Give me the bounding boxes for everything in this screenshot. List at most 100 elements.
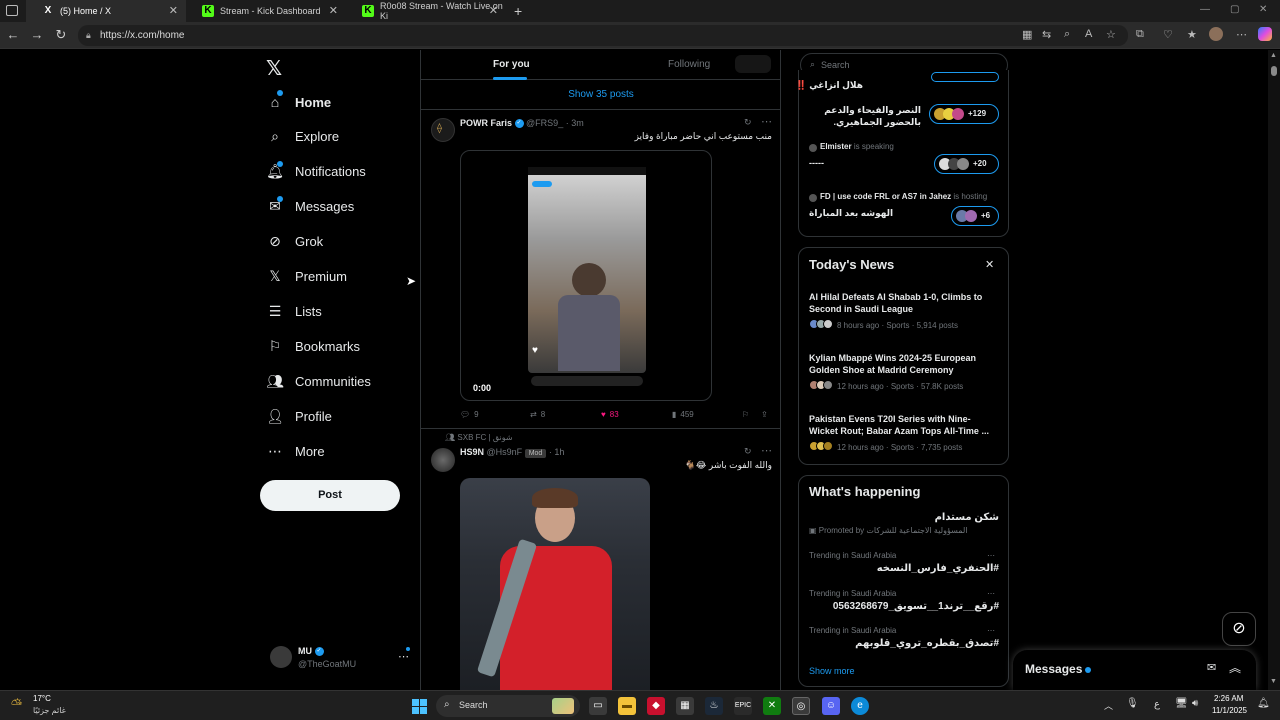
edge-icon[interactable]: e [851, 697, 869, 715]
xbox-icon[interactable]: ✕ [763, 697, 781, 715]
tweet-video[interactable]: ♥ 0:00 [460, 150, 712, 401]
profile-avatar[interactable] [1209, 27, 1223, 41]
tab-kick-stream[interactable]: K R0o08 Stream - Watch Live on Ki ✕ [346, 0, 506, 22]
trend-item[interactable]: Trending in Saudi Arabia ⋯ #الحنفري_فارس… [809, 551, 999, 574]
author-handle[interactable]: @FRS9_ [526, 118, 563, 128]
microphone-icon[interactable]: 🎙︎ [1126, 698, 1139, 709]
tweet-post[interactable]: ⟠ POWR Faris ✓ @FRS9_ · 3m ↻ ⋯ منب مستوع… [421, 110, 781, 428]
close-icon[interactable]: ✕ [985, 258, 994, 271]
repost-button[interactable]: ⇄ 8 [530, 410, 545, 419]
maximize-button[interactable]: ▢ [1230, 4, 1239, 15]
tab-actions-icon[interactable] [6, 5, 18, 16]
file-explorer-icon[interactable]: ▬ [618, 697, 636, 715]
weather-temp[interactable]: 17°C [33, 694, 51, 703]
tweet-post[interactable]: 👥︎ SXB FC | شونق HS9N @Hs9nF Mod · 1h ↻ … [421, 429, 781, 690]
show-hidden-icons[interactable]: ︿ [1104, 699, 1113, 712]
nav-explore[interactable]: ⌕ Explore [266, 123, 339, 149]
apps-icon[interactable]: ▦ [1022, 28, 1032, 41]
tweet-time[interactable]: · 3m [566, 118, 584, 128]
account-switcher[interactable]: MU ✓ @TheGoatMU ⋯ [266, 644, 416, 672]
url-field[interactable]: 🔒︎ https://x.com/home [78, 25, 1128, 46]
forward-button[interactable]: → [28, 26, 46, 44]
windows-start-icon[interactable] [410, 697, 428, 715]
favorites-icon[interactable]: ★ [1187, 28, 1197, 41]
extensions-icon[interactable]: ⧉ [1136, 28, 1144, 41]
store-icon[interactable]: ▦ [676, 697, 694, 715]
community-context[interactable]: 👥︎ SXB FC | شونق [445, 433, 513, 442]
reload-button[interactable]: ↻ [52, 26, 70, 44]
trend-item[interactable]: Trending in Saudi Arabia ⋯ #تصدق_بقطره_ت… [809, 626, 999, 649]
nav-premium[interactable]: 𝕏 Premium [266, 263, 347, 289]
close-icon[interactable]: ✕ [169, 4, 178, 17]
tab-kick-dashboard[interactable]: K Stream - Kick Dashboard ✕ [186, 0, 346, 22]
views-button[interactable]: ▮ 459 [672, 410, 694, 419]
close-icon[interactable]: ✕ [489, 4, 498, 17]
browser-essentials-icon[interactable]: ♡ [1163, 28, 1173, 41]
back-button[interactable]: ← [4, 26, 22, 44]
bookmark-icon[interactable]: ⚐ [742, 410, 749, 419]
discord-icon[interactable]: ☺ [822, 697, 840, 715]
grok-float-button[interactable]: ⊘ [1222, 612, 1256, 646]
author-avatar[interactable] [431, 448, 455, 472]
grok-icon[interactable]: ↻ [744, 117, 752, 128]
task-view-icon[interactable]: ▭ [589, 697, 607, 715]
more-icon[interactable]: ⋯ [761, 444, 772, 457]
tweet-image[interactable] [460, 478, 650, 690]
news-item[interactable]: Pakistan Evens T20I Series with Nine-Wic… [809, 413, 999, 453]
reply-button[interactable]: 💬︎ 9 [460, 410, 479, 419]
messages-drawer[interactable]: Messages ✉︎ ︽ [1013, 650, 1256, 690]
author-name[interactable]: POWR Faris [460, 118, 512, 128]
menu-icon[interactable]: ⋯ [1236, 28, 1247, 41]
epic-games-icon[interactable]: EPIC [734, 697, 752, 715]
expand-up-icon[interactable]: ︽ [1229, 659, 1241, 676]
more-icon[interactable]: ⋯ [987, 551, 995, 560]
share-icon[interactable]: ⇪ [761, 410, 768, 419]
nav-bookmarks[interactable]: ⚐ Bookmarks [266, 333, 360, 359]
promoted-trend[interactable]: شكن مستدام ▣ Promoted by المسؤولية الاجت… [809, 512, 999, 535]
favorite-star-icon[interactable]: ☆ [1106, 28, 1116, 41]
x-logo-icon[interactable]: 𝕏 [266, 56, 282, 81]
scroll-up-icon[interactable]: ▲ [1270, 52, 1277, 59]
show-more-link[interactable]: Show more [809, 666, 855, 676]
scroll-thumb[interactable] [1271, 66, 1277, 76]
author-handle[interactable]: @Hs9nF [487, 447, 523, 457]
read-aloud-icon[interactable]: A [1085, 28, 1092, 40]
app-red-icon[interactable]: ◆ [647, 697, 665, 715]
grok-icon[interactable]: ↻ [744, 446, 752, 457]
more-icon[interactable]: ⋯ [761, 115, 772, 128]
new-message-icon[interactable]: ✉︎ [1207, 661, 1216, 674]
scroll-down-icon[interactable]: ▼ [1270, 678, 1277, 685]
nav-lists[interactable]: ☰ Lists [266, 298, 322, 324]
tab-following[interactable]: Following [668, 59, 710, 70]
news-item[interactable]: Kylian Mbappé Wins 2024-25 European Gold… [809, 352, 999, 392]
translate-icon[interactable]: ⇆ [1042, 28, 1051, 41]
taskbar-search[interactable]: ⌕ Search [436, 695, 580, 717]
copilot-icon[interactable] [1258, 27, 1272, 41]
nav-communities[interactable]: 👥︎ Communities [266, 368, 371, 394]
close-icon[interactable]: ✕ [329, 4, 338, 17]
tab-for-you[interactable]: For you [493, 59, 530, 70]
zoom-icon[interactable]: ⌕ [1064, 28, 1070, 41]
nav-home[interactable]: ⌂ Home [266, 89, 331, 115]
minimize-button[interactable]: — [1200, 4, 1210, 15]
volume-icon[interactable]: 🔊︎ [1192, 698, 1198, 709]
more-icon[interactable]: ⋯ [987, 589, 995, 598]
app-circle-icon[interactable]: ◎ [792, 697, 810, 715]
window-close-button[interactable]: ✕ [1259, 4, 1267, 15]
show-posts-link[interactable]: Show 35 posts [421, 89, 781, 100]
like-button[interactable]: ♥ 83 [601, 410, 619, 419]
author-name[interactable]: HS9N [460, 447, 484, 457]
nav-more[interactable]: ⋯ More [266, 438, 325, 464]
tab-home-x[interactable]: X (5) Home / X ✕ [26, 0, 186, 22]
tweet-time[interactable]: · 1h [549, 447, 565, 457]
news-item[interactable]: Al Hilal Defeats Al Shabab 1-0, Climbs t… [809, 291, 999, 331]
author-avatar[interactable] [431, 118, 455, 142]
nav-grok[interactable]: ⊘ Grok [266, 228, 323, 254]
new-tab-button[interactable]: + [514, 3, 522, 19]
weather-icon[interactable]: ⛅︎ [11, 696, 22, 713]
post-button[interactable]: Post [260, 480, 400, 511]
trend-item[interactable]: Trending in Saudi Arabia ⋯ #رقع__ترند1__… [809, 589, 999, 612]
clock-date[interactable]: 11/1/2025 [1212, 706, 1247, 715]
page-scrollbar[interactable]: ▲ ▼ [1268, 50, 1280, 690]
input-language[interactable]: ع [1154, 699, 1160, 710]
